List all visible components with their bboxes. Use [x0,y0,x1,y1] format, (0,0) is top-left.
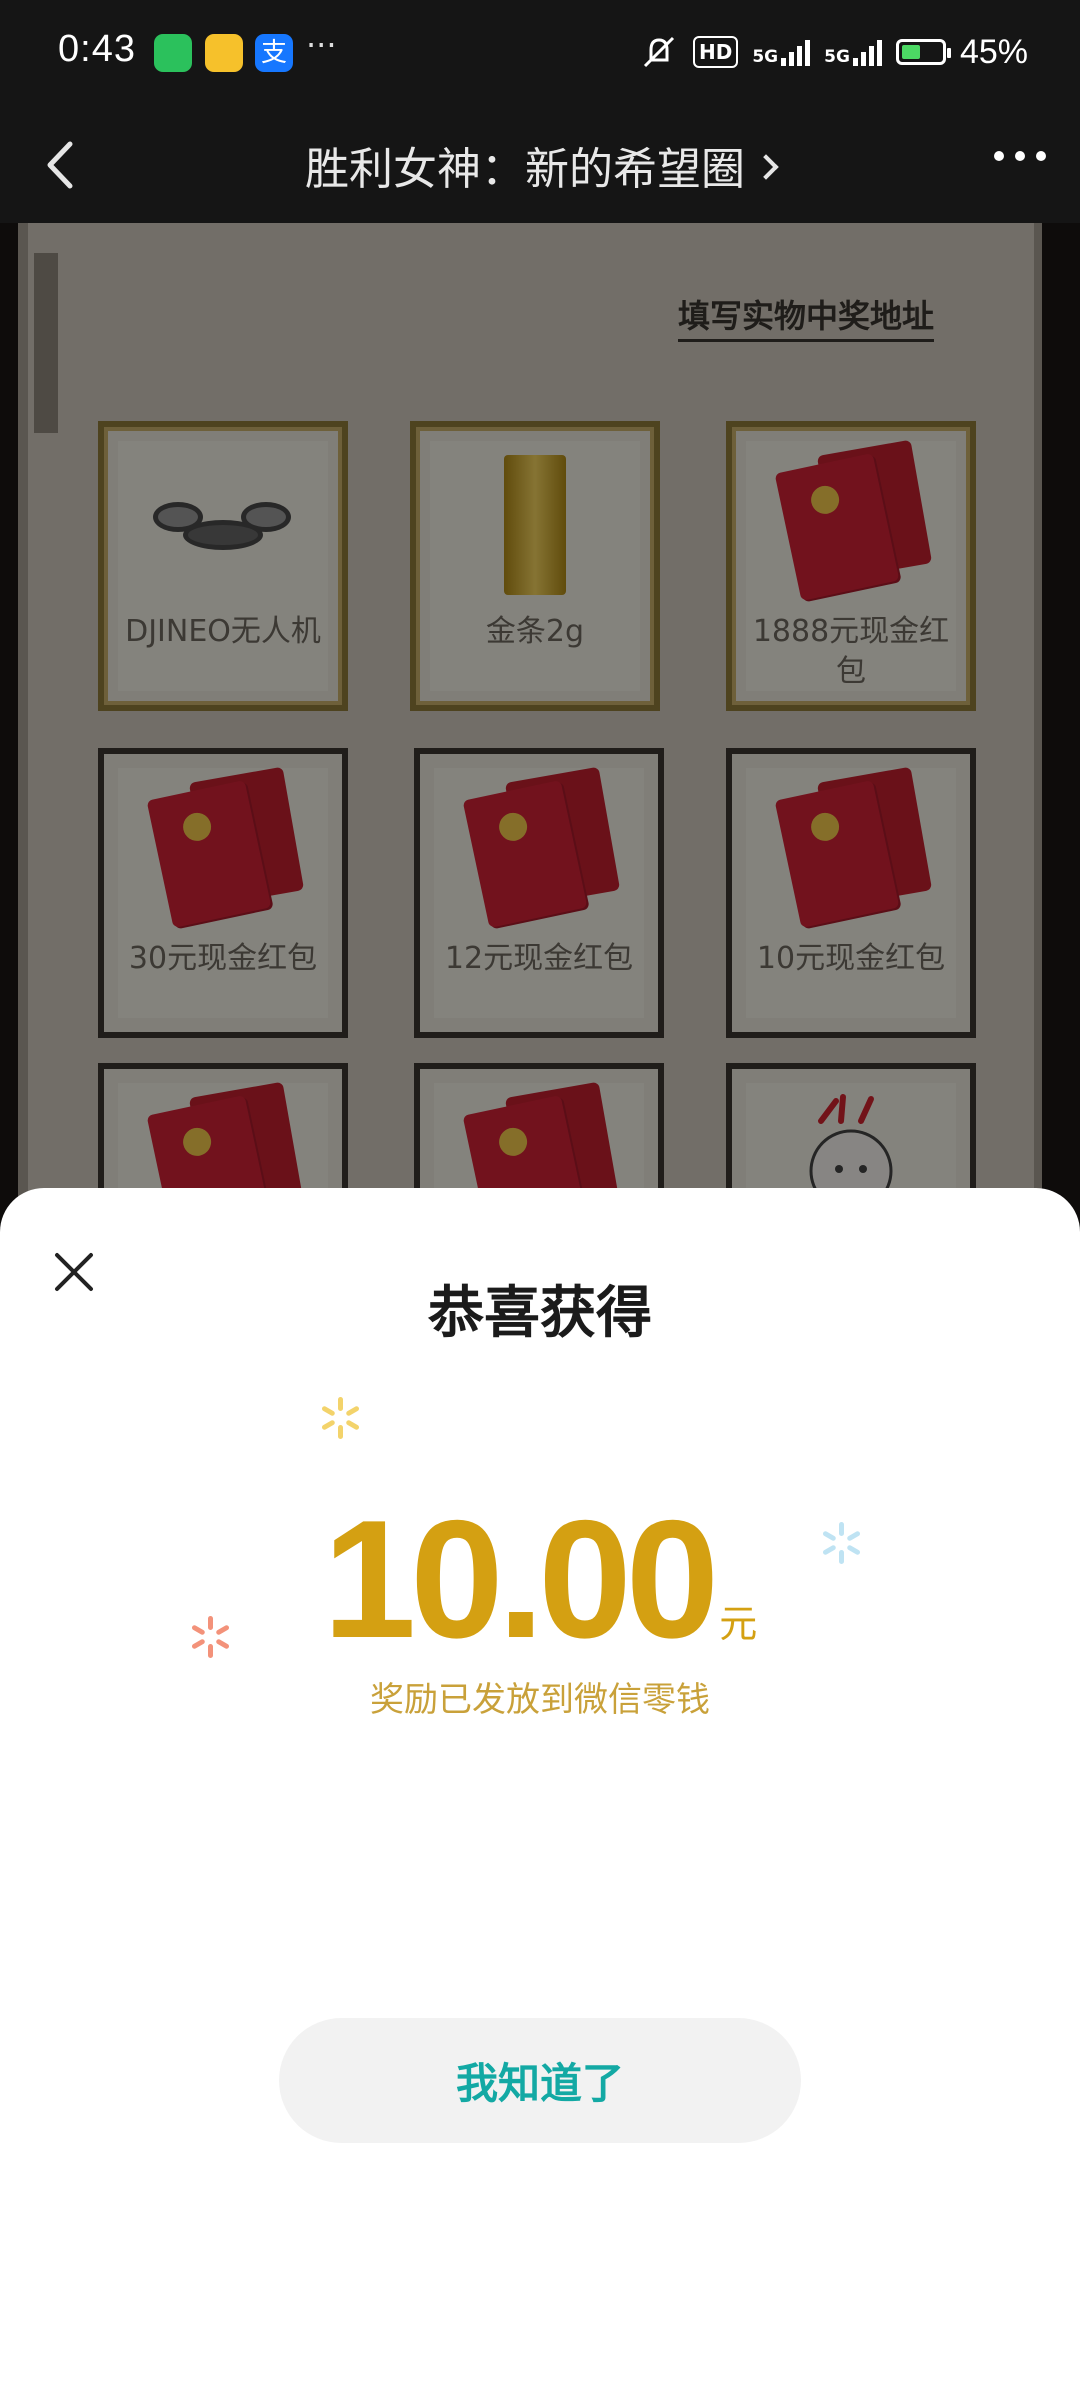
signal-icon [852,38,882,66]
background-activity-page: 填写实物中奖地址 DJINEO无人机 金条2g 1888元现金红包 30元现金红… [0,223,1080,1223]
battery-percent: 45% [959,32,1028,71]
wechat-icon [154,34,192,72]
sparkle-icon [315,1393,365,1443]
status-indicators: HD 5G 5G 45% [639,30,1028,74]
page-title-link[interactable]: 胜利女神：新的希望圈 [0,133,1080,197]
status-bar: 0:43 支 ··· HD 5G 5G 45% [0,0,1080,105]
alipay-icon: 支 [255,34,293,72]
signal-group-2: 5G [824,38,882,66]
battery-charging-icon [895,39,951,65]
network-type: 5G [752,47,779,67]
chevron-right-icon [753,154,779,180]
page-title: 胜利女神：新的希望圈 [305,144,745,195]
amount-value: 10.00 [322,1485,719,1673]
more-options-icon[interactable] [994,151,1046,161]
hd-badge: HD [693,36,739,68]
dialog-title: 恭喜获得 [428,1281,652,1346]
reward-dialog: 恭喜获得 10.00 元 奖励已发放到微信零钱 我知道了 [0,1188,1080,2400]
modal-overlay[interactable] [0,223,1080,1223]
weibo-icon [205,34,243,72]
confirm-button[interactable]: 我知道了 [279,2018,801,2143]
reward-note: 奖励已发放到微信零钱 [370,1680,710,1720]
mute-icon [643,36,675,68]
amount-unit: 元 [719,1602,758,1646]
signal-group-1: 5G [752,38,811,67]
reward-amount: 10.00 元 [0,1483,1080,1676]
signal-icon [781,38,811,66]
status-time: 0:43 [58,28,136,70]
title-bar: 胜利女神：新的希望圈 [0,105,1080,223]
more-notifications-icon: ··· [306,26,337,64]
network-type: 5G [824,47,850,67]
